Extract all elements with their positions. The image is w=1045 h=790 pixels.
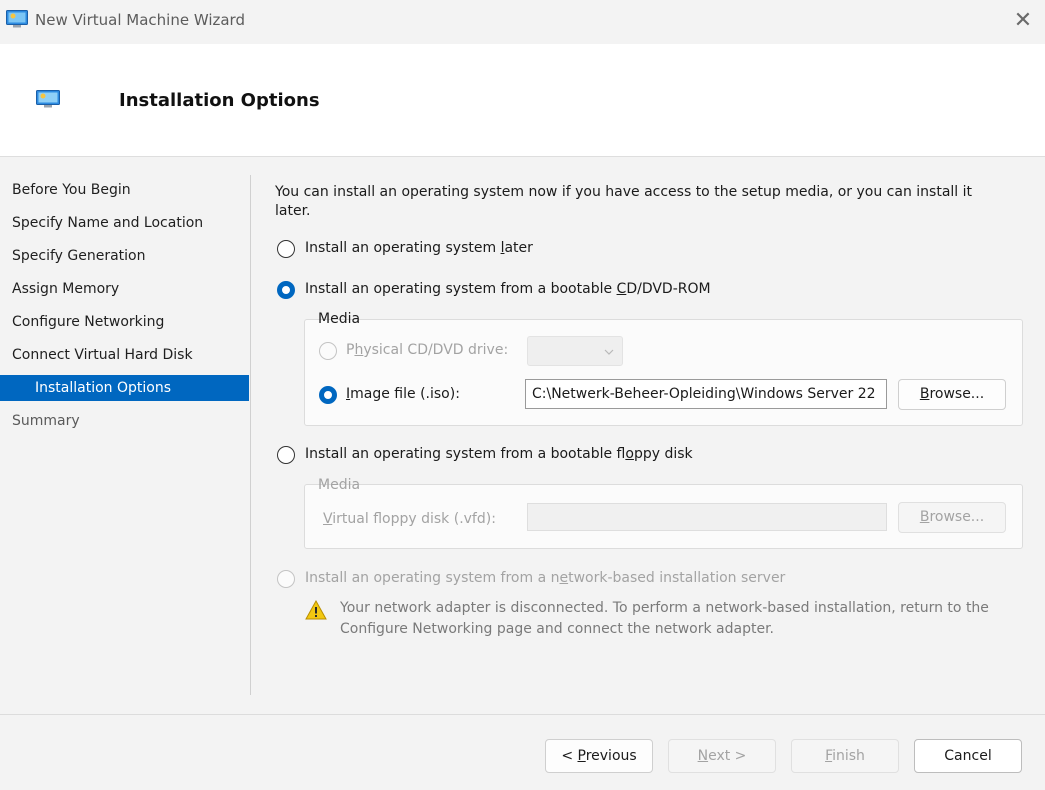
chevron-down-icon <box>604 349 614 355</box>
install-floppy-radio[interactable] <box>277 446 295 464</box>
image-file-label[interactable]: Image file (.iso): <box>346 386 460 402</box>
install-floppy-label[interactable]: Install an operating system from a boota… <box>305 446 693 462</box>
nav-item-specify-generation[interactable]: Specify Generation <box>12 248 146 264</box>
close-icon[interactable]: ✕ <box>1008 4 1038 38</box>
physical-drive-label: Physical CD/DVD drive: <box>346 342 509 358</box>
page-title: Installation Options <box>119 90 320 111</box>
nav-item-installation-options-label: Installation Options <box>35 380 172 396</box>
nav-item-assign-memory[interactable]: Assign Memory <box>12 281 119 297</box>
floppy-field-label: Virtual floppy disk (.vfd): <box>323 511 496 527</box>
install-later-label[interactable]: Install an operating system later <box>305 240 533 256</box>
finish-button[interactable]: Finish <box>791 739 899 773</box>
network-warning-line2: Configure Networking page and connect th… <box>340 621 775 637</box>
nav-item-before-you-begin[interactable]: Before You Begin <box>12 182 131 198</box>
browse-iso-button[interactable]: Browse... <box>898 379 1006 410</box>
install-later-radio[interactable] <box>277 240 295 258</box>
intro-text-line1: You can install an operating system now … <box>275 184 973 200</box>
physical-drive-select[interactable] <box>527 336 623 366</box>
install-network-label: Install an operating system from a netwo… <box>305 570 786 586</box>
browse-floppy-button[interactable]: Browse... <box>898 502 1006 533</box>
network-warning-line1: Your network adapter is disconnected. To… <box>340 600 989 616</box>
install-cd-dvd-radio[interactable] <box>277 281 295 299</box>
cancel-button[interactable]: Cancel <box>914 739 1022 773</box>
warning-icon <box>305 600 327 620</box>
install-cd-dvd-label[interactable]: Install an operating system from a boota… <box>305 281 711 297</box>
floppy-media-label: Media <box>318 477 361 493</box>
image-file-path-input[interactable]: C:\Netwerk-Beheer-Opleiding\Windows Serv… <box>525 379 887 409</box>
intro-text-line2: later. <box>275 203 311 219</box>
nav-item-connect-virtual-hard-disk[interactable]: Connect Virtual Hard Disk <box>12 347 193 363</box>
hyper-v-vm-icon <box>6 10 28 28</box>
nav-item-summary[interactable]: Summary <box>12 413 80 429</box>
previous-button[interactable]: < Previous <box>545 739 653 773</box>
nav-divider <box>250 175 251 695</box>
physical-drive-radio[interactable] <box>319 342 337 360</box>
window-title: New Virtual Machine Wizard <box>35 11 245 29</box>
floppy-path-input[interactable] <box>527 503 887 531</box>
nav-item-configure-networking[interactable]: Configure Networking <box>12 314 164 330</box>
installation-options-icon <box>36 90 60 108</box>
next-button[interactable]: Next > <box>668 739 776 773</box>
nav-item-specify-name-and-location[interactable]: Specify Name and Location <box>12 215 203 231</box>
install-network-radio[interactable] <box>277 570 295 588</box>
footer-divider <box>0 714 1045 715</box>
image-file-radio[interactable] <box>319 386 337 404</box>
cd-media-label: Media <box>318 311 361 327</box>
